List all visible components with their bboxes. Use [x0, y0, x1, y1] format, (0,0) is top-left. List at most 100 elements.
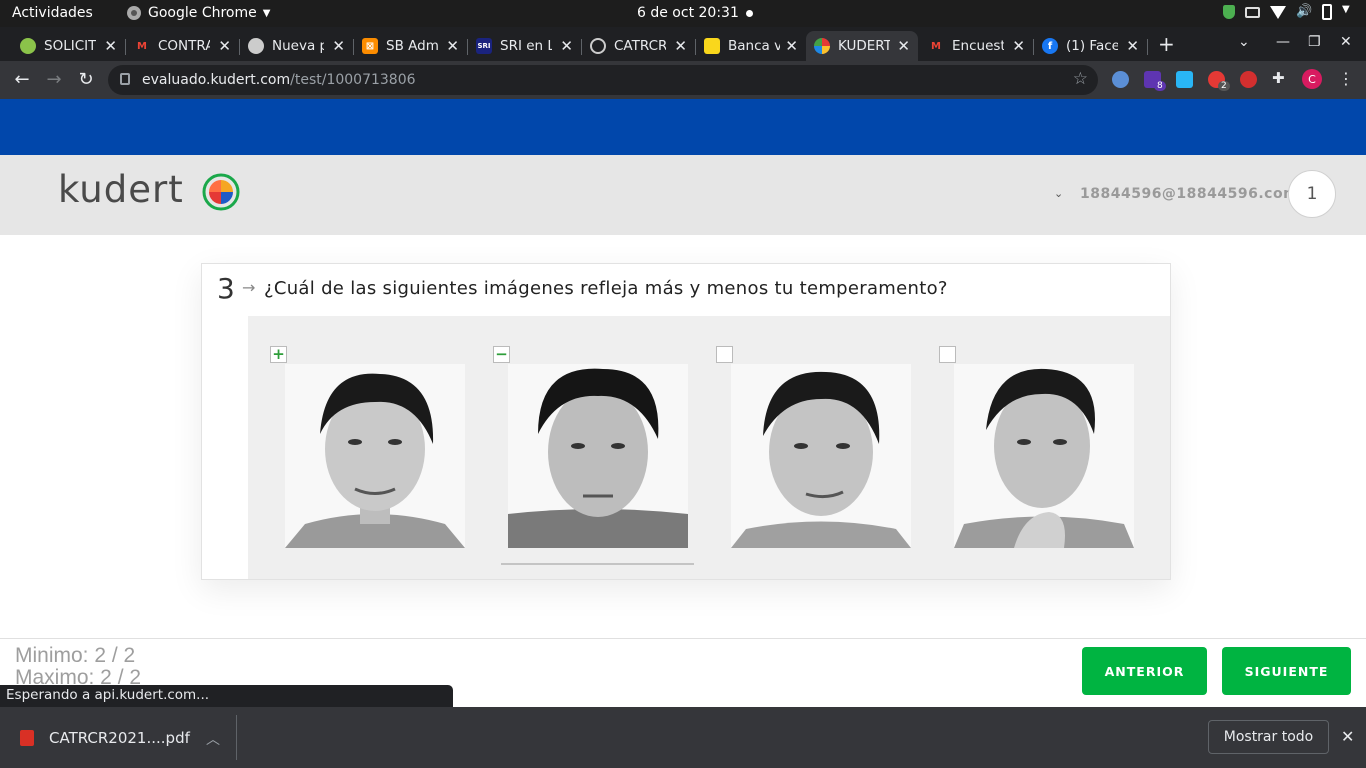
minimo-text: Minimo: 2 / 2	[15, 644, 136, 667]
minimize-icon[interactable]: —	[1276, 34, 1290, 50]
gmail-icon: M	[931, 40, 941, 52]
kudert-logo: kudert	[58, 168, 184, 211]
close-icon[interactable]: ✕	[897, 37, 910, 55]
url-text: evaluado.kudert.com/test/1000713806	[142, 72, 416, 88]
extension-red-icon[interactable]	[1240, 71, 1257, 88]
bookmark-star-icon[interactable]: ☆	[1073, 69, 1088, 89]
tab-solicitud[interactable]: SOLICITUD ✕	[12, 31, 126, 61]
portrait-image-3[interactable]	[731, 364, 911, 548]
reload-icon[interactable]: ↻	[76, 69, 96, 90]
close-icon[interactable]: ✕	[218, 37, 231, 55]
tab-catrcr[interactable]: CATRCR ✕	[582, 31, 696, 61]
download-separator	[236, 715, 237, 760]
arrow-right-icon: →	[242, 278, 256, 297]
kebab-menu-icon[interactable]: ⋮	[1338, 69, 1355, 88]
browser-toolbar: ← → ↻ evaluado.kudert.com/test/100071380…	[0, 61, 1366, 99]
close-icon[interactable]: ✕	[674, 37, 687, 55]
portrait-serious-icon	[508, 364, 688, 548]
question-text: ¿Cuál de las siguientes imágenes refleja…	[264, 278, 948, 299]
system-tray[interactable]: 🔊 ▼	[1223, 4, 1352, 20]
close-icon[interactable]: ✕	[446, 37, 459, 55]
forward-arrow-icon[interactable]: →	[44, 69, 64, 90]
tab-contratos[interactable]: M CONTRATOS ✕	[126, 31, 240, 61]
back-arrow-icon[interactable]: ←	[12, 69, 32, 90]
tab-label: (1) Facebook	[1066, 38, 1118, 54]
extension-badge: 8	[1154, 81, 1166, 91]
caret-down-icon: ▼	[262, 7, 271, 19]
download-bar: CATRCR2021....pdf ︿ Mostrar todo ✕	[0, 707, 1366, 768]
tab-label: KUDERT	[838, 38, 890, 54]
portrait-image-2[interactable]	[508, 364, 688, 548]
window-close-icon[interactable]: ✕	[1340, 34, 1352, 50]
tab-search-chevron-icon[interactable]: ⌄	[1238, 34, 1250, 50]
siguiente-button[interactable]: SIGUIENTE	[1222, 647, 1351, 695]
portrait-image-1[interactable]	[285, 364, 465, 548]
download-filename[interactable]: CATRCR2021....pdf	[49, 729, 190, 747]
tab-facebook[interactable]: f (1) Facebook ✕	[1034, 31, 1148, 61]
tab-label: Nueva pestaña	[272, 38, 324, 54]
tab-kudert[interactable]: KUDERT ✕	[806, 31, 918, 61]
status-bubble: Esperando a api.kudert.com...	[0, 685, 453, 707]
kudert-icon	[814, 38, 830, 54]
close-download-bar-icon[interactable]: ✕	[1341, 727, 1354, 746]
tab-label: SRI en Línea	[500, 38, 552, 54]
app-name: Google Chrome	[148, 5, 257, 21]
maximize-icon[interactable]: ❐	[1308, 34, 1321, 50]
profile-avatar[interactable]: C	[1302, 69, 1322, 89]
close-icon[interactable]: ✕	[560, 37, 573, 55]
bank-icon	[704, 38, 720, 54]
close-icon[interactable]: ✕	[1126, 37, 1139, 55]
close-icon[interactable]: ✕	[785, 37, 798, 55]
close-icon[interactable]: ✕	[104, 37, 117, 55]
puzzle-icon[interactable]: ✚	[1272, 69, 1289, 87]
show-all-button[interactable]: Mostrar todo	[1208, 720, 1329, 754]
close-icon[interactable]: ✕	[332, 37, 345, 55]
clock[interactable]: 6 de oct 20:31	[637, 5, 739, 21]
activities-button[interactable]: Actividades	[12, 5, 93, 21]
app-menu[interactable]: Google Chrome ▼	[126, 5, 270, 21]
facebook-icon: f	[1042, 38, 1058, 54]
gmail-icon: M	[137, 40, 147, 52]
sri-icon: SRI	[476, 38, 492, 54]
user-menu-chevron-icon[interactable]: ⌄	[1054, 187, 1063, 200]
close-icon[interactable]: ✕	[1012, 37, 1025, 55]
wifi-icon	[1270, 5, 1286, 19]
extension-badge: 2	[1218, 81, 1230, 91]
extension-screen-icon[interactable]	[1176, 71, 1193, 88]
portrait-thinking-icon	[954, 364, 1134, 548]
chevron-down-icon: ▼	[1342, 4, 1350, 15]
new-tab-plus-icon[interactable]: +	[1158, 32, 1175, 56]
tab-label: CONTRATOS	[158, 38, 210, 54]
footer-divider	[0, 638, 1366, 639]
battery-icon	[1322, 4, 1332, 20]
user-number-badge[interactable]: 1	[1288, 170, 1336, 218]
os-top-bar: Actividades Google Chrome ▼ 6 de oct 20:…	[0, 0, 1366, 27]
drive-icon	[1245, 6, 1260, 18]
portrait-smirk-icon	[731, 364, 911, 548]
tab-label: SOLICITUD	[44, 38, 96, 54]
options-panel: + −	[248, 316, 1170, 579]
tab-encuesta[interactable]: M Encuesta ✕	[920, 31, 1034, 61]
anterior-button[interactable]: ANTERIOR	[1082, 647, 1207, 695]
portrait-image-4[interactable]	[954, 364, 1134, 548]
tab-banca[interactable]: Banca virtual ✕	[696, 31, 806, 61]
volume-icon: 🔊	[1296, 4, 1313, 19]
user-email[interactable]: 18844596@18844596.com	[1080, 186, 1298, 202]
extension-compass-icon[interactable]	[1112, 71, 1129, 88]
tab-label: Encuesta	[952, 38, 1004, 54]
tab-label: CATRCR	[614, 38, 666, 54]
option-checkbox[interactable]	[716, 346, 733, 363]
most-checkbox[interactable]: +	[270, 346, 287, 363]
chevron-up-icon[interactable]: ︿	[206, 729, 220, 749]
option-checkbox[interactable]	[939, 346, 956, 363]
tab-nueva[interactable]: Nueva pestaña ✕	[240, 31, 354, 61]
least-checkbox[interactable]: −	[493, 346, 510, 363]
globe-icon	[590, 38, 606, 54]
tab-favicon	[20, 38, 36, 54]
lock-icon	[120, 73, 130, 85]
selection-counter: Minimo: 2 / 2 Maximo: 2 / 2	[15, 645, 141, 689]
address-bar[interactable]: evaluado.kudert.com/test/1000713806 ☆	[108, 65, 1098, 95]
tab-sri[interactable]: SRI SRI en Línea ✕	[468, 31, 582, 61]
pdf-file-icon	[20, 730, 34, 746]
tab-sb-admin[interactable]: ⊠ SB Admin ✕	[354, 31, 468, 61]
